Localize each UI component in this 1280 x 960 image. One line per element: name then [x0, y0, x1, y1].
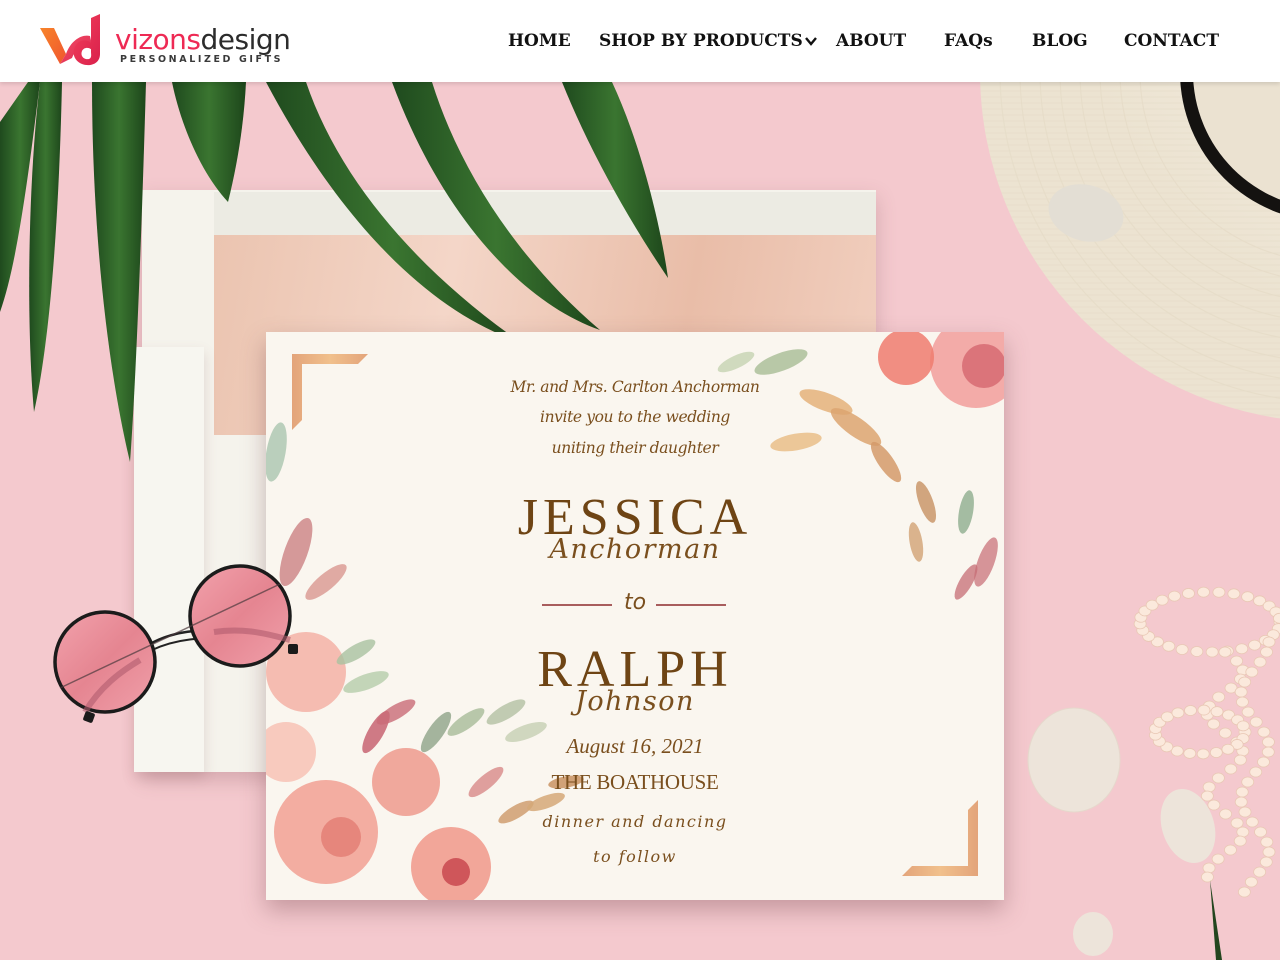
sunglasses-image	[53, 564, 298, 723]
nav-faqs-label: FAQs	[944, 31, 993, 51]
nav-about-label: ABOUT	[836, 31, 907, 51]
nav-about[interactable]: ABOUT	[836, 30, 906, 52]
brand-tagline: PERSONALIZED GIFTS	[120, 54, 284, 65]
chevron-down-icon	[804, 37, 817, 46]
nav-home[interactable]: HOME	[508, 30, 571, 52]
nav-faqs[interactable]: FAQs	[944, 30, 993, 52]
nav-shop-label: SHOP BY PRODUCTS	[599, 31, 803, 51]
brand-name-part2: design	[200, 23, 291, 56]
brand-wordmark: vizonsdesign	[115, 23, 291, 56]
nav-blog-label: BLOG	[1032, 31, 1088, 51]
nav-home-label: HOME	[508, 31, 571, 51]
hero-banner: Mr. and Mrs. Carlton Anchorman invite yo…	[0, 82, 1280, 960]
brand-name-part1: vizons	[115, 23, 201, 56]
nav-blog[interactable]: BLOG	[1032, 30, 1088, 52]
nav-contact-label: CONTACT	[1124, 31, 1219, 51]
nav-contact[interactable]: CONTACT	[1124, 30, 1219, 52]
vd-logo-mark-icon	[40, 14, 100, 66]
brand-logo[interactable]: vizonsdesign PERSONALIZED GIFTS	[38, 12, 328, 70]
nav-shop-by-products[interactable]: SHOP BY PRODUCTS	[599, 30, 818, 52]
site-header: vizonsdesign PERSONALIZED GIFTS HOME SHO…	[0, 0, 1280, 82]
